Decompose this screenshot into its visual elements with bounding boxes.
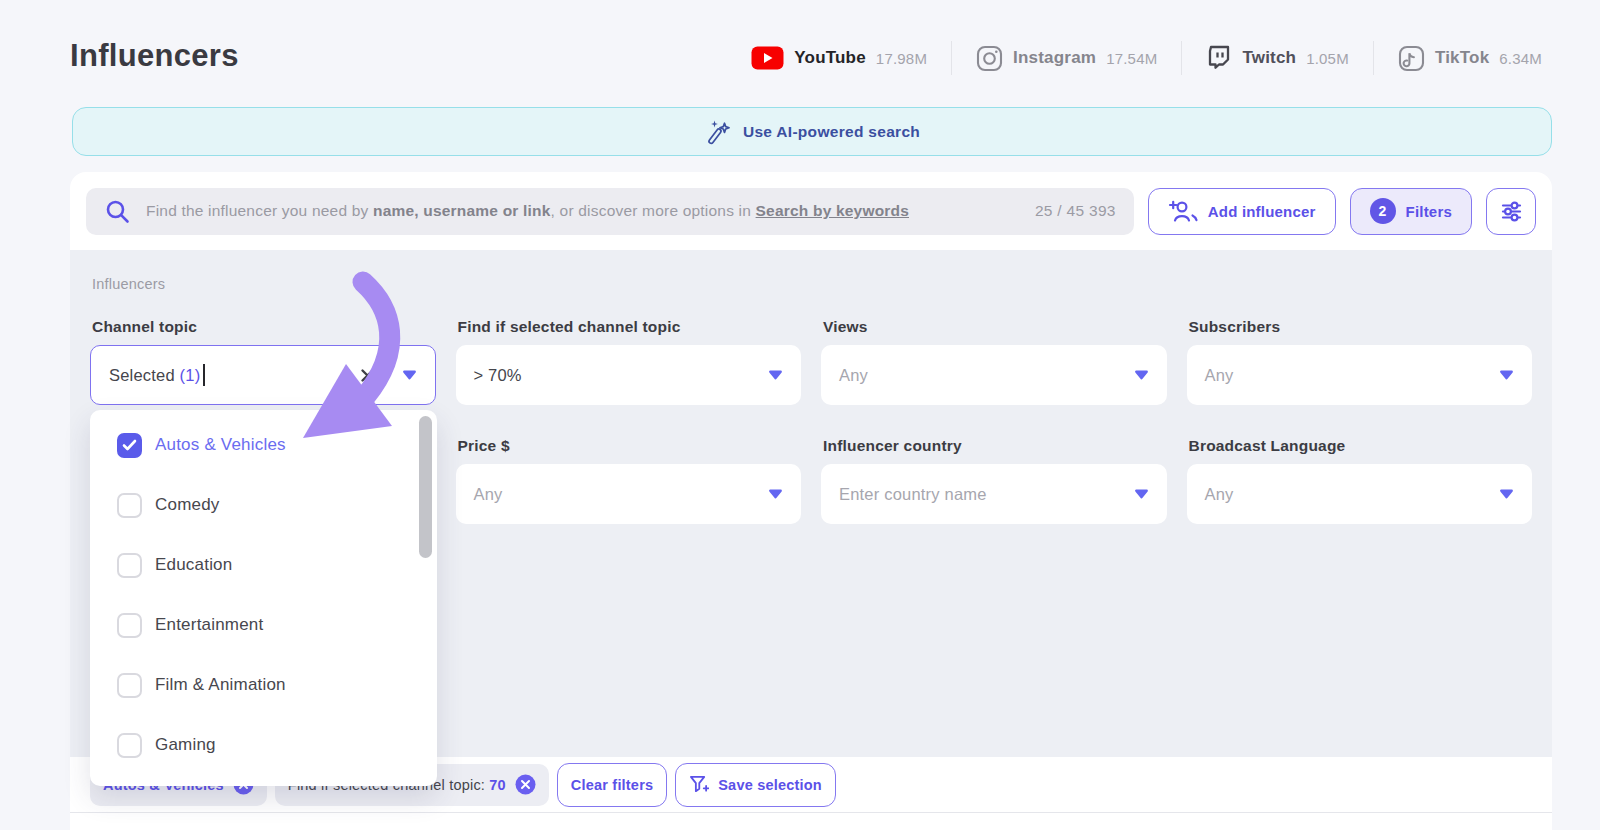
option-label: Entertainment [155, 615, 263, 635]
filters-label: Filters [1406, 203, 1452, 220]
filter-country: Influencer country Enter country name [821, 437, 1167, 524]
checkbox-unchecked[interactable] [117, 553, 142, 578]
add-influencer-button[interactable]: Add influencer [1148, 188, 1336, 235]
option-label: Autos & Vehicles [155, 435, 286, 455]
filter-label: Broadcast Language [1189, 437, 1533, 455]
filter-language: Broadcast Language Any [1187, 437, 1533, 524]
clear-filters-label: Clear filters [571, 777, 653, 793]
platform-tab-instagram[interactable]: Instagram 17.54M [976, 45, 1157, 72]
filter-label: Channel topic [92, 318, 436, 336]
platform-count: 6.34M [1499, 50, 1542, 67]
views-select[interactable]: Any [821, 345, 1167, 405]
dropdown-scrollbar[interactable] [419, 416, 432, 558]
filter-subscribers: Subscribers Any [1187, 318, 1533, 405]
ai-search-label: Use AI-powered search [743, 123, 920, 141]
divider [1373, 41, 1374, 75]
filters-count-badge: 2 [1370, 198, 1396, 224]
page-title: Influencers [70, 38, 239, 74]
price-select[interactable]: Any [456, 464, 802, 524]
tiktok-icon [1398, 45, 1425, 72]
save-selection-button[interactable]: Save selection [675, 763, 836, 807]
chevron-down-icon [1499, 370, 1514, 380]
country-input[interactable]: Enter country name [821, 464, 1167, 524]
magic-wand-icon [704, 118, 732, 146]
search-input[interactable]: Find the influencer you need by name, us… [86, 188, 1134, 235]
ai-search-banner[interactable]: Use AI-powered search [72, 107, 1552, 156]
funnel-plus-icon [689, 775, 709, 794]
chevron-down-icon[interactable] [402, 370, 417, 380]
option-label: Education [155, 555, 232, 575]
dropdown-option[interactable]: Entertainment [90, 595, 437, 655]
chevron-down-icon [1134, 489, 1149, 499]
divider [951, 41, 952, 75]
twitch-icon [1206, 45, 1232, 72]
search-icon [104, 198, 131, 225]
channel-topic-select[interactable]: Selected (1) [90, 345, 436, 405]
filters-button[interactable]: 2 Filters [1350, 188, 1472, 235]
platform-name: YouTube [794, 48, 866, 68]
filter-label: Views [823, 318, 1167, 336]
channel-topic-dropdown: Autos & Vehicles Comedy Education Entert… [90, 410, 437, 786]
platform-name: Instagram [1013, 48, 1096, 68]
platform-count: 17.98M [876, 50, 927, 67]
subscribers-select[interactable]: Any [1187, 345, 1533, 405]
option-label: Film & Animation [155, 675, 286, 695]
filter-channel-topic: Channel topic Selected (1) [90, 318, 436, 405]
filter-price: Price $ Any [456, 437, 802, 524]
checkbox-unchecked[interactable] [117, 733, 142, 758]
sliders-icon [1498, 198, 1525, 225]
filter-views: Views Any [821, 318, 1167, 405]
add-user-icon [1168, 198, 1198, 224]
search-toolbar: Find the influencer you need by name, us… [70, 172, 1552, 250]
filter-label: Find if selected channel topic [458, 318, 802, 336]
platform-tabs: YouTube 17.98M Instagram 17.54M Twitch 1… [751, 40, 1542, 76]
save-selection-label: Save selection [718, 777, 822, 793]
search-placeholder: Find the influencer you need by name, us… [146, 202, 909, 220]
dropdown-option[interactable]: Comedy [90, 475, 437, 535]
filter-topic-match: Find if selected channel topic > 70% [456, 318, 802, 405]
filter-label: Subscribers [1189, 318, 1533, 336]
text-cursor [203, 364, 205, 386]
dropdown-option[interactable]: Gaming [90, 715, 437, 775]
language-select[interactable]: Any [1187, 464, 1533, 524]
platform-tab-tiktok[interactable]: TikTok 6.34M [1398, 45, 1542, 72]
platform-tab-twitch[interactable]: Twitch 1.05M [1206, 45, 1348, 72]
option-label: Gaming [155, 735, 216, 755]
platform-count: 1.05M [1306, 50, 1349, 67]
chevron-down-icon [1499, 489, 1514, 499]
filter-settings-button[interactable] [1486, 188, 1536, 235]
results-count: 25 / 45 393 [1035, 202, 1116, 220]
filters-section-label: Influencers [92, 276, 1532, 292]
search-by-keywords-link[interactable]: Search by keywords [756, 202, 910, 219]
topic-match-select[interactable]: > 70% [456, 345, 802, 405]
dropdown-option[interactable]: Education [90, 535, 437, 595]
checkbox-unchecked[interactable] [117, 673, 142, 698]
platform-tab-youtube[interactable]: YouTube 17.98M [751, 46, 927, 70]
clear-selection-icon[interactable] [359, 367, 376, 384]
instagram-icon [976, 45, 1003, 72]
dropdown-option[interactable]: Film & Animation [90, 655, 437, 715]
filter-label: Price $ [458, 437, 802, 455]
option-label: Comedy [155, 495, 220, 515]
divider [1181, 41, 1182, 75]
filter-label: Influencer country [823, 437, 1167, 455]
youtube-icon [751, 46, 784, 70]
dropdown-option[interactable]: Autos & Vehicles [90, 415, 437, 475]
platform-name: TikTok [1435, 48, 1489, 68]
platform-count: 17.54M [1106, 50, 1157, 67]
chevron-down-icon [1134, 370, 1149, 380]
checkbox-unchecked[interactable] [117, 493, 142, 518]
chevron-down-icon [768, 370, 783, 380]
clear-filters-button[interactable]: Clear filters [557, 763, 667, 807]
checkbox-unchecked[interactable] [117, 613, 142, 638]
platform-name: Twitch [1242, 48, 1296, 68]
checkbox-checked[interactable] [117, 433, 142, 458]
chevron-down-icon [768, 489, 783, 499]
add-influencer-label: Add influencer [1208, 203, 1316, 220]
remove-chip-icon[interactable] [515, 774, 536, 795]
